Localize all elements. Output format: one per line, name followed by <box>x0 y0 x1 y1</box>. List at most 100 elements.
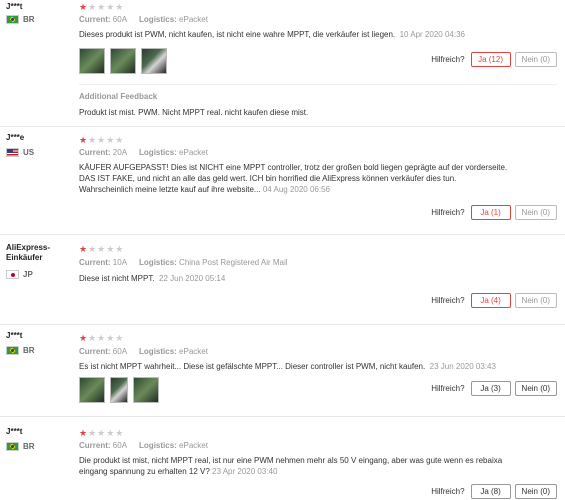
logistics-label: Logistics: <box>139 347 177 356</box>
review-photo-thumbnail[interactable] <box>141 48 167 74</box>
reviewer-name: AliExpress-Einkäufer <box>6 243 51 262</box>
country-code: JP <box>23 270 33 279</box>
review-text: Dieses produkt ist PWM, nicht kaufen, is… <box>79 30 465 39</box>
review-photo-thumbnail[interactable] <box>133 377 159 403</box>
brazil-flag-icon <box>6 442 19 451</box>
star-filled-icon: ★ <box>79 135 89 145</box>
brazil-flag-icon <box>6 346 19 355</box>
review-item: J***t BR ★★★★★ Current: 60A Logistics: eP… <box>0 417 565 500</box>
reviewer-name: J***t <box>6 331 23 340</box>
japan-flag-icon <box>6 270 19 279</box>
review-text: Diese ist nicht MPPT. 22 Jun 2020 05:14 <box>79 274 226 283</box>
star-filled-icon: ★ <box>79 333 89 343</box>
divider <box>79 84 557 85</box>
review-photos <box>79 48 167 74</box>
additional-feedback-title: Additional Feedback <box>79 92 158 101</box>
reviewer-country: BR <box>6 15 35 24</box>
review-item: J***e US ★★★★★ Current: 20A Logistics: eP… <box>0 127 565 235</box>
current-value: 60A <box>112 441 128 450</box>
review-photo-thumbnail[interactable] <box>79 377 105 403</box>
logistics-label: Logistics: <box>139 148 177 157</box>
star-filled-icon: ★ <box>79 244 89 254</box>
star-rating: ★★★★★ <box>79 333 124 343</box>
review-date: 22 Jun 2020 05:14 <box>159 274 226 283</box>
helpful-no-button[interactable]: Nein (0) <box>514 293 557 308</box>
review-photo-thumbnail[interactable] <box>110 48 136 74</box>
helpful-no-button[interactable]: Nein (0) <box>514 484 557 499</box>
logistics-value: China Post Registered Air Mail <box>179 258 288 267</box>
current-value: 60A <box>112 15 128 24</box>
country-code: BR <box>23 15 35 24</box>
helpful-label: Hilfreich? <box>431 384 465 393</box>
order-attributes: Current: 60A Logistics: ePacket <box>79 15 208 24</box>
current-label: Current: <box>79 347 111 356</box>
review-item: J***t BR ★★★★★ Current: 60A Logistics: eP… <box>0 325 565 417</box>
helpful-vote: Hilfreich? Ja (8) Nein (0) <box>431 484 557 499</box>
additional-feedback-text: Produkt ist mist. PWM. Nicht MPPT real. … <box>79 108 309 117</box>
helpful-yes-button[interactable]: Ja (8) <box>470 484 511 499</box>
star-rating: ★★★★★ <box>79 135 124 145</box>
order-attributes: Current: 60A Logistics: ePacket <box>79 441 208 450</box>
review-photo-thumbnail[interactable] <box>79 48 105 74</box>
reviewer-country: BR <box>6 346 35 355</box>
helpful-yes-button[interactable]: Ja (1) <box>470 205 511 220</box>
review-date: 23 Jun 2020 03:43 <box>429 362 496 371</box>
order-attributes: Current: 10A Logistics: China Post Regist… <box>79 258 288 267</box>
helpful-yes-button[interactable]: Ja (12) <box>470 52 511 67</box>
review-text: Es ist nicht MPPT wahrheit... Diese ist … <box>79 362 496 371</box>
star-filled-icon: ★ <box>79 2 89 12</box>
logistics-value: ePacket <box>179 15 208 24</box>
helpful-label: Hilfreich? <box>431 55 465 64</box>
review-photos <box>79 377 159 403</box>
current-label: Current: <box>79 15 111 24</box>
current-value: 20A <box>112 148 128 157</box>
logistics-label: Logistics: <box>139 258 177 267</box>
helpful-yes-button[interactable]: Ja (4) <box>470 293 511 308</box>
star-empty-icon: ★★★★ <box>88 244 125 254</box>
star-empty-icon: ★★★★ <box>88 428 125 438</box>
helpful-label: Hilfreich? <box>431 208 465 217</box>
review-photo-thumbnail[interactable] <box>110 377 128 403</box>
reviewer-country: BR <box>6 442 35 451</box>
review-date: 23 Apr 2020 03:40 <box>212 467 278 476</box>
helpful-vote: Hilfreich? Ja (4) Nein (0) <box>431 293 557 308</box>
helpful-label: Hilfreich? <box>431 296 465 305</box>
current-label: Current: <box>79 258 111 267</box>
country-code: BR <box>23 346 35 355</box>
star-rating: ★★★★★ <box>79 2 124 12</box>
helpful-yes-button[interactable]: Ja (3) <box>470 381 511 396</box>
current-value: 10A <box>112 258 128 267</box>
review-text: Die produkt ist mist, nicht MPPT real, i… <box>79 456 503 476</box>
current-label: Current: <box>79 148 111 157</box>
reviewer-country: US <box>6 148 34 157</box>
brazil-flag-icon <box>6 15 19 24</box>
helpful-no-button[interactable]: Nein (0) <box>514 381 557 396</box>
helpful-no-button[interactable]: Nein (0) <box>514 52 557 67</box>
country-code: BR <box>23 442 35 451</box>
star-filled-icon: ★ <box>79 428 89 438</box>
review-text: KÄUFER AUFGEPASST! Dies ist NICHT eine M… <box>79 163 508 194</box>
helpful-label: Hilfreich? <box>431 487 465 496</box>
country-code: US <box>23 148 35 157</box>
logistics-value: ePacket <box>179 148 208 157</box>
reviewer-name: J***t <box>6 427 23 436</box>
reviewer-name: J***e <box>6 133 25 142</box>
logistics-value: ePacket <box>179 347 208 356</box>
review-date: 04 Aug 2020 06:56 <box>262 185 330 194</box>
helpful-vote: Hilfreich? Ja (12) Nein (0) <box>431 52 557 67</box>
current-label: Current: <box>79 441 111 450</box>
order-attributes: Current: 20A Logistics: ePacket <box>79 148 208 157</box>
helpful-vote: Hilfreich? Ja (1) Nein (0) <box>431 205 557 220</box>
order-attributes: Current: 60A Logistics: ePacket <box>79 347 208 356</box>
review-item: AliExpress-Einkäufer JP ★★★★★ Current: 1… <box>0 235 565 325</box>
reviewer-country: JP <box>6 270 33 279</box>
helpful-no-button[interactable]: Nein (0) <box>514 205 557 220</box>
star-empty-icon: ★★★★ <box>88 333 125 343</box>
current-value: 60A <box>112 347 128 356</box>
logistics-label: Logistics: <box>139 15 177 24</box>
star-rating: ★★★★★ <box>79 428 124 438</box>
us-flag-icon <box>6 148 19 157</box>
helpful-vote: Hilfreich? Ja (3) Nein (0) <box>431 381 557 396</box>
review-item: J***t BR ★★★★★ Current: 60A Logistics: eP… <box>0 0 565 127</box>
logistics-label: Logistics: <box>139 441 177 450</box>
